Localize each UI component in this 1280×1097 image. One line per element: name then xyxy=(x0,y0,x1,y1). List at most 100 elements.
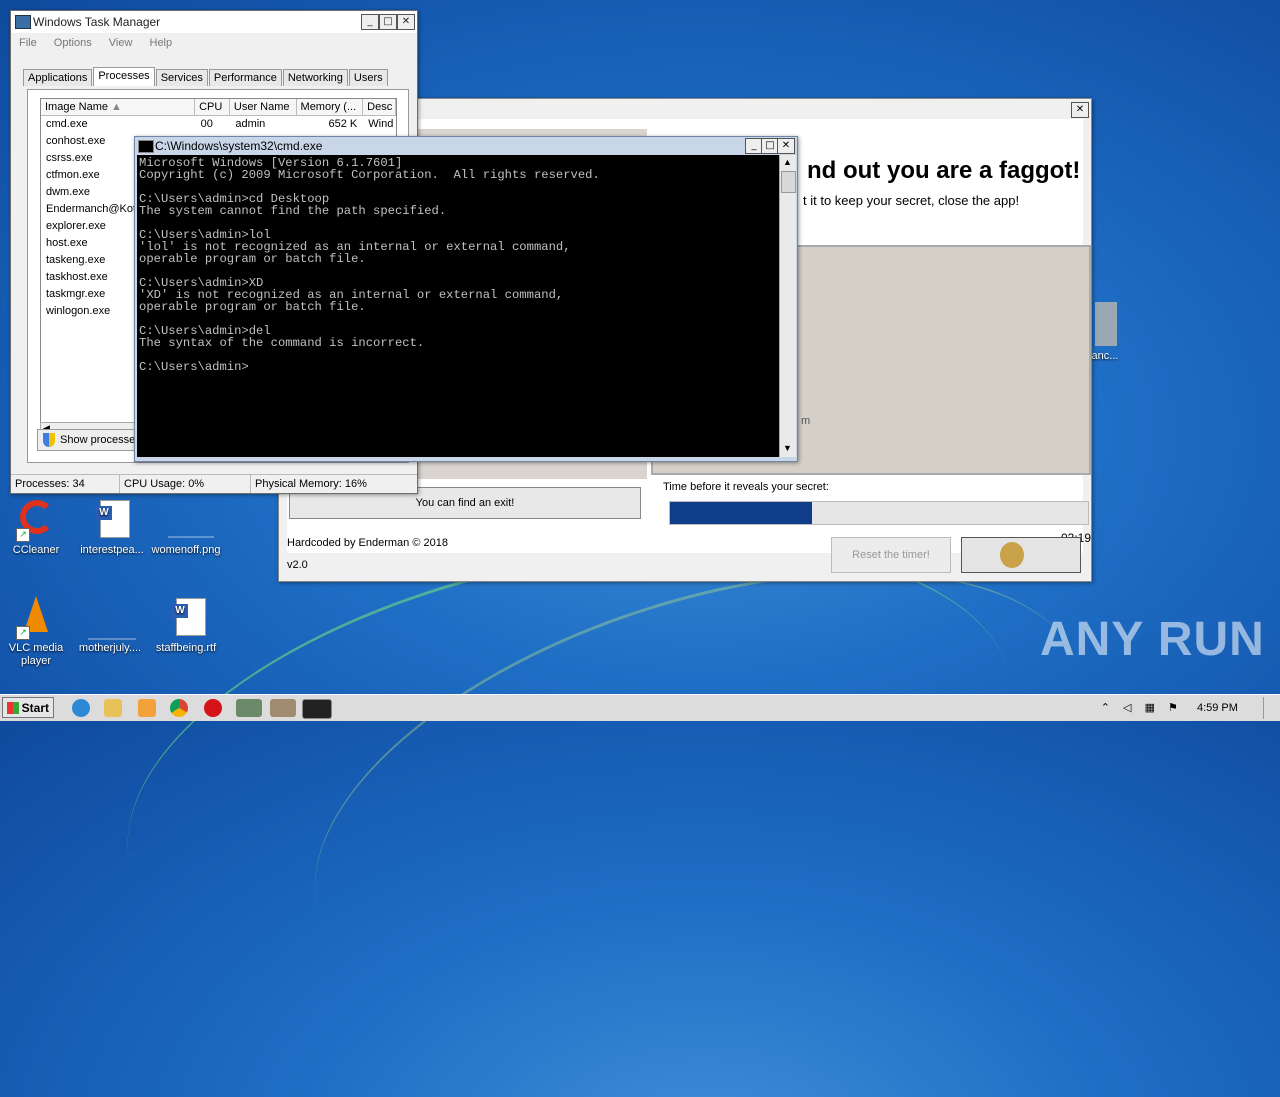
process-name: conhost.exe xyxy=(46,135,106,147)
app-subline: t it to keep your secret, close the app! xyxy=(803,193,1020,208)
status-bar: Processes: 34 CPU Usage: 0% Physical Mem… xyxy=(11,474,417,493)
progress-fill xyxy=(670,502,813,524)
console-line: The system cannot find the path specifie… xyxy=(139,204,447,218)
scroll-down-icon[interactable]: ▼ xyxy=(783,443,792,453)
close-button[interactable]: ✕ xyxy=(777,138,795,154)
shield-icon xyxy=(43,433,55,447)
face-icon xyxy=(1000,542,1024,568)
desktop-icon-label: VLC media player xyxy=(8,642,64,667)
file-icon xyxy=(88,596,136,640)
column-image-name[interactable]: Image Name ▲ xyxy=(41,99,196,115)
vertical-scrollbar[interactable]: ▲ ▼ xyxy=(779,155,796,457)
tab-strip: Applications Processes Services Performance… xyxy=(23,67,389,89)
console-line: C:\Users\admin> xyxy=(139,360,249,374)
image-file-icon xyxy=(166,498,214,542)
cmd-titlebar[interactable]: C:\Windows\system32\cmd.exe _ □ ✕ xyxy=(135,137,797,155)
menu-options[interactable]: Options xyxy=(54,37,92,49)
ccleaner-icon: ↗ xyxy=(16,498,56,542)
clock[interactable]: 4:59 PM xyxy=(1197,702,1238,714)
process-memory: 652 K xyxy=(328,118,358,130)
menu-bar: File Options View Help xyxy=(19,37,186,49)
process-name: ctfmon.exe xyxy=(46,169,100,181)
process-name: host.exe xyxy=(46,237,88,249)
menu-file[interactable]: File xyxy=(19,37,37,49)
process-user: admin xyxy=(235,118,266,130)
desktop-icon-label: womenoff.png xyxy=(151,544,221,556)
console-output[interactable]: Microsoft Windows [Version 6.1.7601] Cop… xyxy=(137,155,779,457)
reveal-progress-bar xyxy=(669,501,1089,525)
word-document-icon: W xyxy=(166,596,206,640)
desktop-icon-motherjuly[interactable]: motherjuly.... xyxy=(74,596,146,655)
console-line: operable program or batch file. xyxy=(139,300,366,314)
system-tray: ⌃ ◁ ▦ ⚑ 4:59 PM xyxy=(1101,695,1274,721)
column-cpu[interactable]: CPU xyxy=(195,99,230,115)
tab-services[interactable]: Services xyxy=(155,69,208,86)
desktop-icon-label: CCleaner xyxy=(12,544,60,556)
process-name: Endermanch@Kote xyxy=(46,203,143,215)
scroll-thumb[interactable] xyxy=(781,171,796,193)
word-document-icon: W xyxy=(92,498,132,542)
maximize-button[interactable]: □ xyxy=(379,14,397,30)
tab-users[interactable]: Users xyxy=(348,69,388,86)
chrome-icon[interactable] xyxy=(170,699,188,717)
desktop-icon-label: motherjuly.... xyxy=(78,642,142,654)
version-text: v2.0 xyxy=(287,559,308,571)
internet-explorer-icon[interactable] xyxy=(72,699,90,717)
show-all-processes-button[interactable]: Show processe xyxy=(37,429,143,451)
network-icon[interactable]: ▦ xyxy=(1145,702,1155,714)
cmd-taskbar-icon[interactable] xyxy=(302,699,332,719)
start-button[interactable]: Start xyxy=(2,697,54,718)
column-memory[interactable]: Memory (... xyxy=(297,99,364,115)
task-manager-titlebar[interactable]: Windows Task Manager _ □ ✕ xyxy=(11,11,417,33)
process-name: dwm.exe xyxy=(46,186,91,198)
process-cpu: 00 xyxy=(200,118,213,130)
column-user-name[interactable]: User Name xyxy=(230,99,297,115)
menu-view[interactable]: View xyxy=(109,37,133,49)
tab-performance[interactable]: Performance xyxy=(208,69,282,86)
desktop-icon-womenoff[interactable]: womenoff.png xyxy=(150,498,222,557)
close-button[interactable]: ✕ xyxy=(1071,102,1089,118)
face-button[interactable] xyxy=(961,537,1081,573)
show-desktop-button[interactable] xyxy=(1263,697,1274,720)
shortcut-arrow-icon: ↗ xyxy=(16,626,30,640)
desktop-icon-ccleaner[interactable]: ↗ CCleaner xyxy=(0,498,72,557)
cmd-window[interactable]: C:\Windows\system32\cmd.exe _ □ ✕ Micros… xyxy=(134,136,798,462)
tray-expand-icon[interactable]: ⌃ xyxy=(1101,702,1110,714)
flag-icon[interactable]: ⚑ xyxy=(1168,702,1178,714)
process-list-header: Image Name ▲ CPU User Name Memory (... D… xyxy=(41,99,396,116)
table-row[interactable]: cmd.exe 00 admin 652 K Wind xyxy=(41,116,396,133)
tab-applications[interactable]: Applications xyxy=(23,69,93,86)
start-label: Start xyxy=(21,701,49,715)
reset-timer-button[interactable]: Reset the timer! xyxy=(831,537,951,573)
process-name: cmd.exe xyxy=(46,118,88,130)
app-headline: nd out you are a faggot! xyxy=(807,157,1081,184)
process-name: winlogon.exe xyxy=(46,305,111,317)
taskbar: Start ⌃ ◁ ▦ ⚑ 4:59 PM xyxy=(0,694,1280,721)
minimize-button[interactable]: _ xyxy=(361,14,379,30)
tab-processes[interactable]: Processes xyxy=(93,67,155,86)
tab-networking[interactable]: Networking xyxy=(282,69,348,86)
process-name: csrss.exe xyxy=(46,152,93,164)
close-button[interactable]: ✕ xyxy=(397,14,415,30)
desktop-icon-interestpea[interactable]: W interestpea... xyxy=(76,498,148,557)
process-name: taskeng.exe xyxy=(46,254,106,266)
volume-icon[interactable]: ◁ xyxy=(1123,702,1131,714)
folder-icon[interactable] xyxy=(104,699,122,717)
panel-text: m xyxy=(801,415,811,427)
task-manager-taskbar-icon[interactable] xyxy=(236,699,262,717)
opera-icon[interactable] xyxy=(204,699,222,717)
desktop-icon-vlc[interactable]: ↗ VLC media player xyxy=(0,596,72,668)
status-processes: Processes: 34 xyxy=(11,475,120,493)
task-manager-app-icon xyxy=(15,15,31,29)
desktop-icon-staffbeing[interactable]: W staffbeing.rtf xyxy=(150,596,222,655)
cmd-app-icon xyxy=(138,140,154,153)
menu-help[interactable]: Help xyxy=(150,37,173,49)
credit-text: Hardcoded by Enderman © 2018 xyxy=(287,537,448,549)
scroll-up-icon[interactable]: ▲ xyxy=(783,157,792,167)
media-player-icon[interactable] xyxy=(138,699,156,717)
app-taskbar-icon[interactable] xyxy=(270,699,296,717)
process-name: explorer.exe xyxy=(46,220,106,232)
windows-logo-icon xyxy=(7,702,19,714)
column-description[interactable]: Desc xyxy=(363,99,396,115)
window-title: Windows Task Manager xyxy=(33,15,161,29)
